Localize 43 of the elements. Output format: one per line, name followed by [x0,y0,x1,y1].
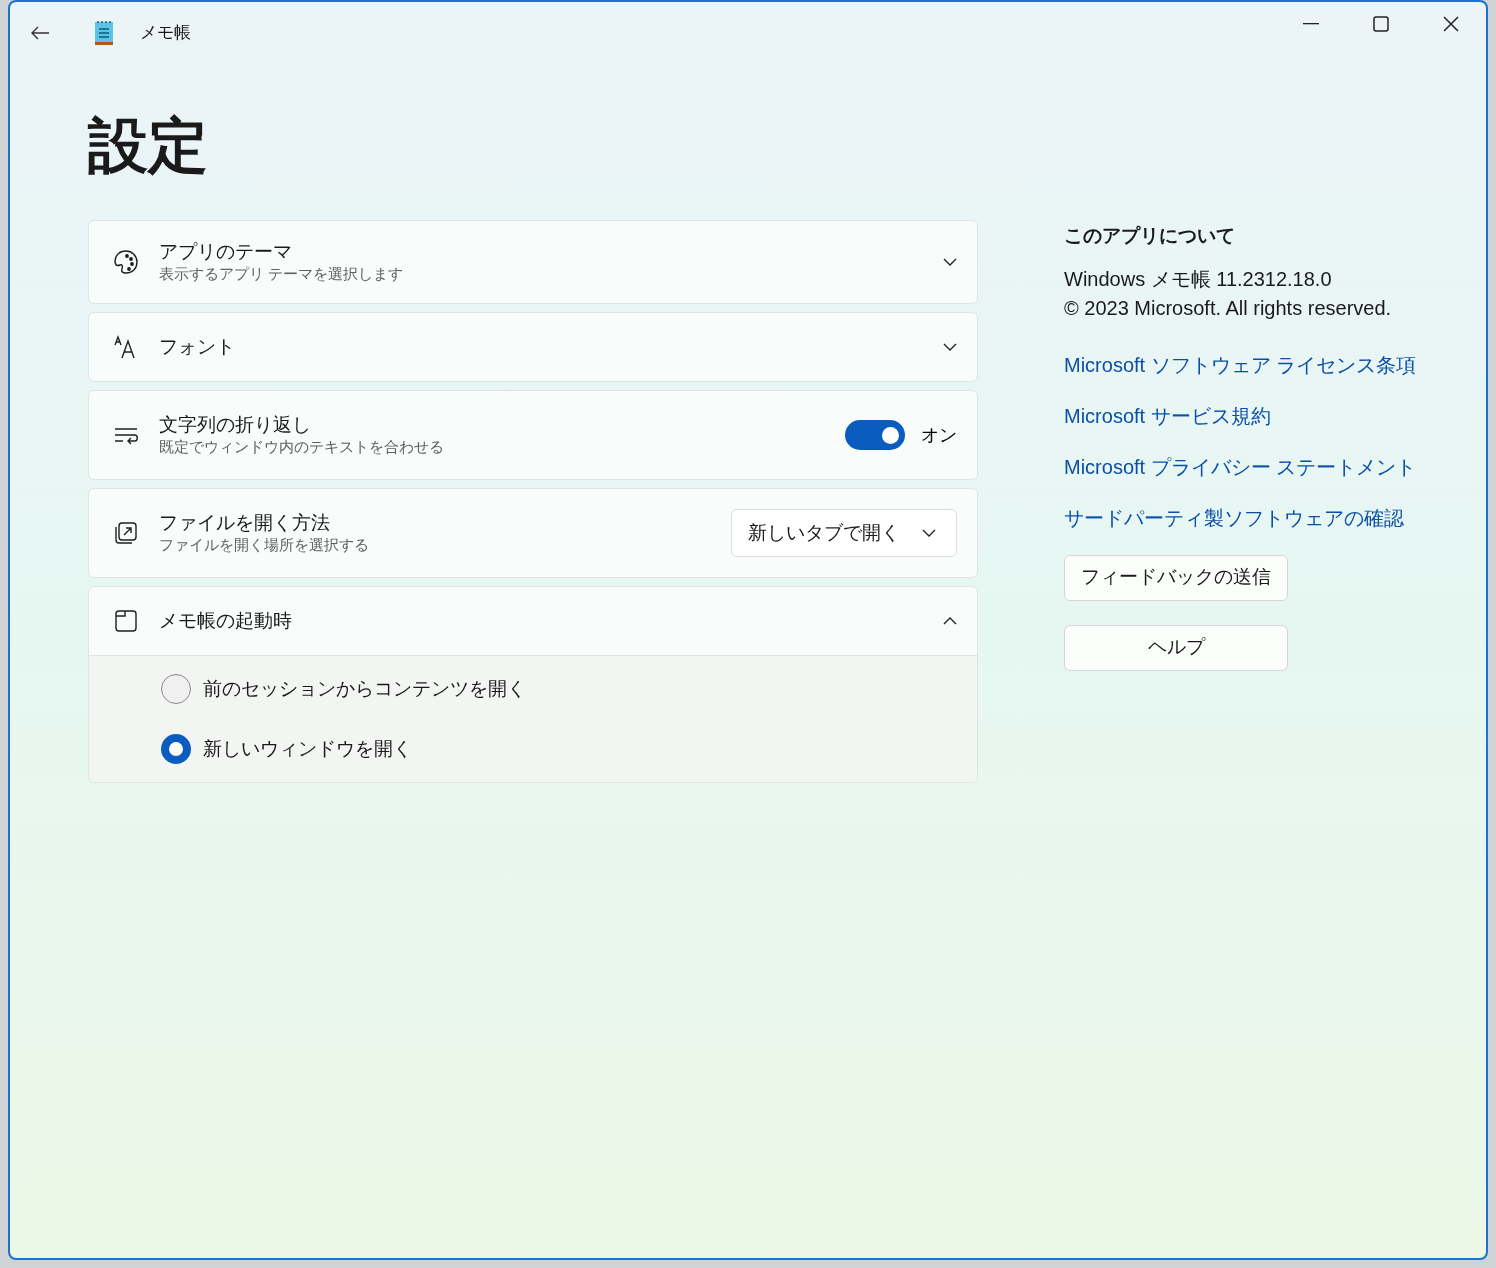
setting-description: 表示するアプリ テーマを選択します [159,264,405,284]
setting-header[interactable]: ファイルを開く方法 ファイルを開く場所を選択する 新しいタブで開く [89,489,977,577]
minimize-icon [1303,23,1319,25]
setting-header[interactable]: メモ帳の起動時 [89,587,977,655]
copyright-text: © 2023 Microsoft. All rights reserved. [1064,295,1392,321]
window-title: メモ帳 [140,22,191,45]
back-icon[interactable] [30,25,50,41]
setting-description: 既定でウィンドウ内のテキストを合わせる [159,437,445,457]
radio-button[interactable] [161,674,191,704]
setting-title: フォント [159,335,236,359]
window-icon [113,608,139,634]
link[interactable]: Microsoft ソフトウェア ライセンス条項 [1064,350,1417,380]
setting-header[interactable]: フォント [89,313,977,381]
setting-title: 文字列の折り返し [159,413,312,437]
notepad-icon [94,20,114,46]
chevron-icon [943,343,957,351]
toggle-state-label: オン [921,423,957,447]
setting-title: ファイルを開く方法 [159,511,331,535]
setting-header[interactable]: アプリのテーマ 表示するアプリ テーマを選択します [89,221,977,303]
chevron-icon [922,529,936,537]
chevron-icon [943,258,957,266]
action-button[interactable]: フィードバックの送信 [1064,554,1288,601]
action-button[interactable]: ヘルプ [1064,624,1288,671]
setting-title: アプリのテーマ [159,240,293,264]
radio-label: 前のセッションからコンテンツを開く [203,676,526,701]
dropdown[interactable]: 新しいタブで開く [731,509,957,557]
radio-button[interactable] [161,734,191,764]
radio-label: 新しいウィンドウを開く [203,736,412,761]
about-heading: このアプリについて [1064,224,1235,248]
link[interactable]: Microsoft プライバシー ステートメント [1064,452,1417,482]
close-icon [1443,16,1459,32]
version-text: Windows メモ帳 11.2312.18.0 [1064,266,1332,292]
page-heading: 設定 [88,111,209,181]
setting-description: ファイルを開く場所を選択する [159,535,370,555]
link[interactable]: Microsoft サービス規約 [1064,401,1417,431]
setting-title: メモ帳の起動時 [159,609,293,633]
maximize-icon [1373,16,1389,32]
link[interactable]: サードパーティ製ソフトウェアの確認 [1064,503,1417,533]
toggle-switch[interactable] [845,420,905,450]
palette-icon [113,249,139,275]
open-file-icon [113,520,139,546]
setting-header[interactable]: 文字列の折り返し 既定でウィンドウ内のテキストを合わせる オン [89,391,977,479]
chevron-icon [943,617,957,625]
